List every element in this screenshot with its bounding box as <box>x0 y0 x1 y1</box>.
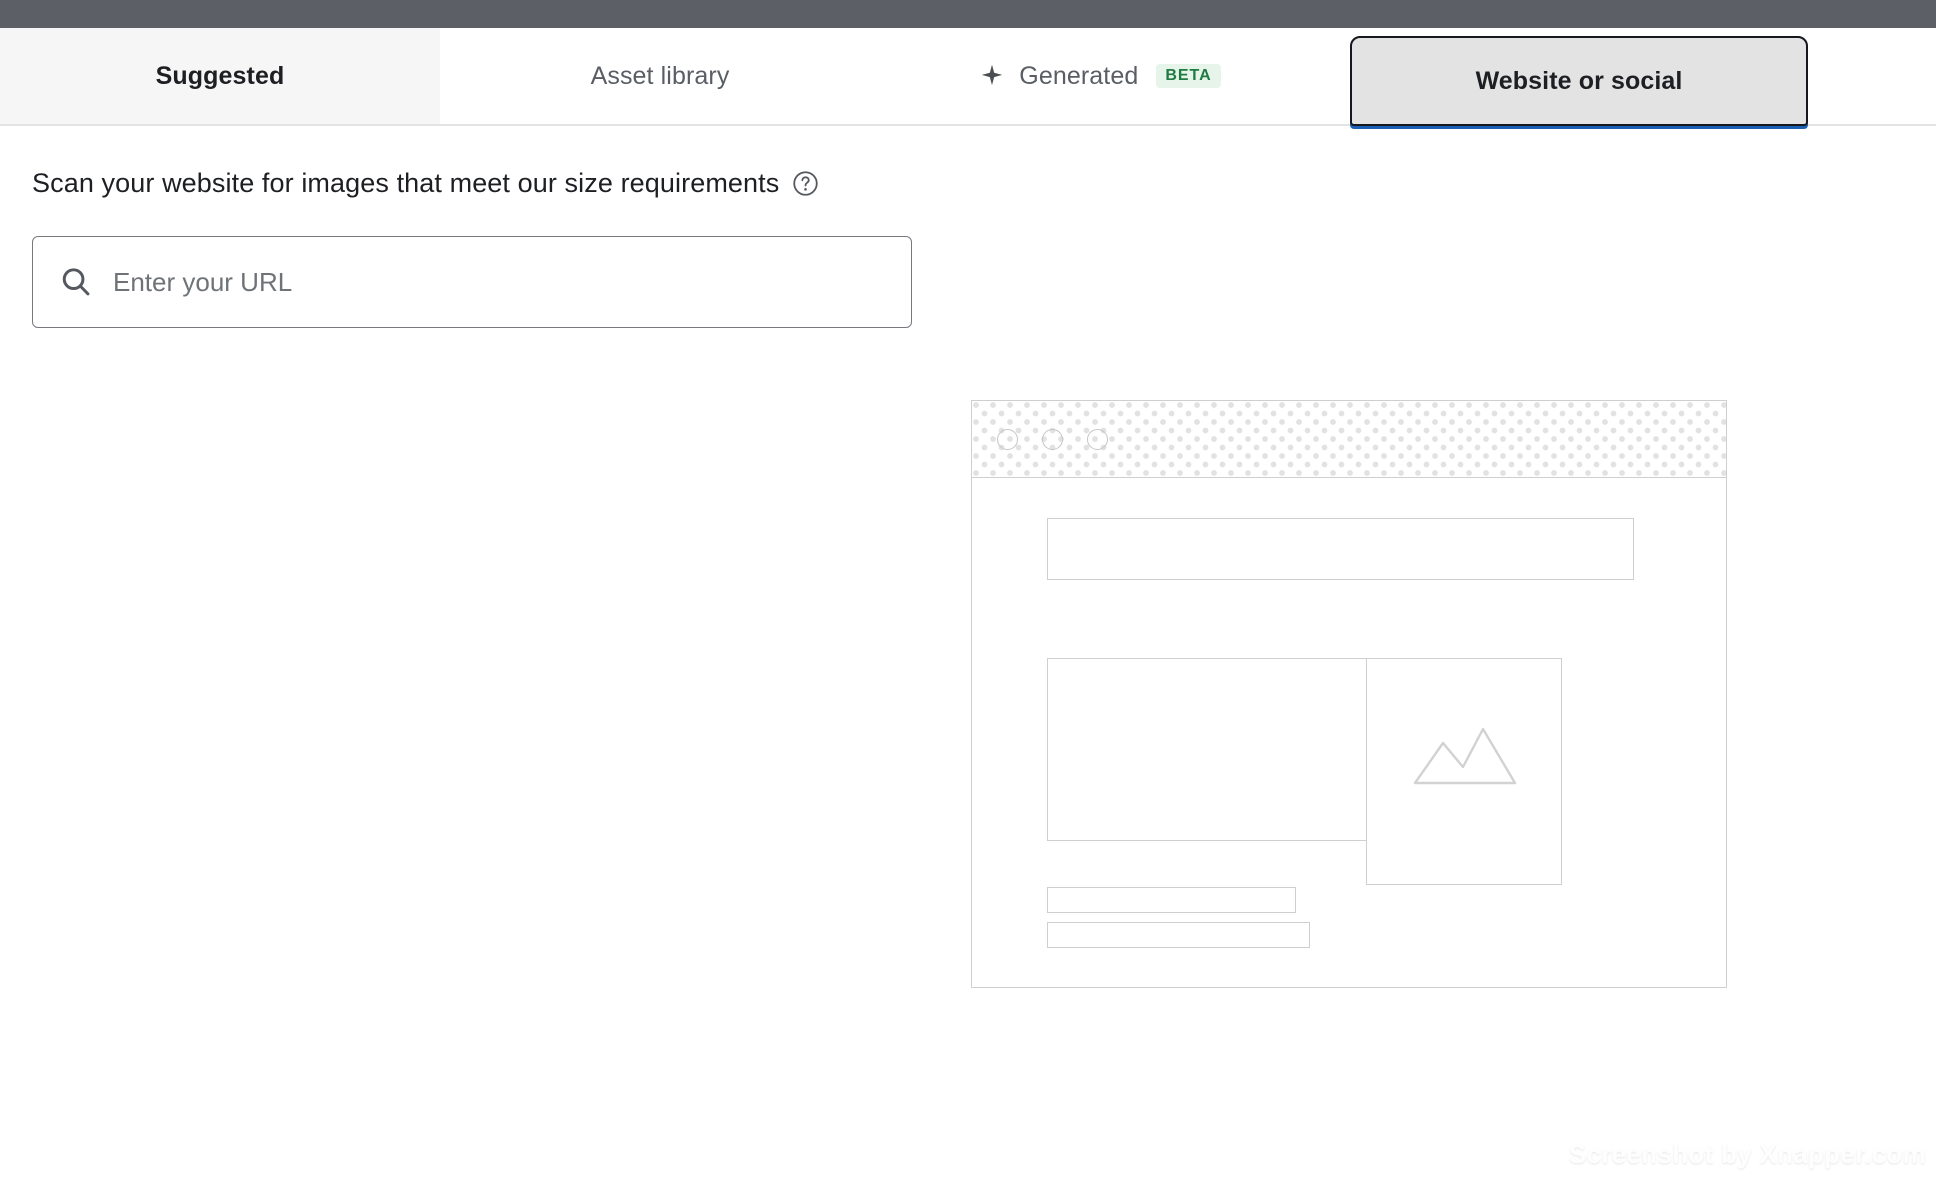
window-chrome-bar <box>0 0 1936 28</box>
wireframe-window-dot-icon <box>1087 429 1108 450</box>
wireframe-banner-box <box>1047 518 1634 580</box>
wireframe-text-line-2 <box>1047 922 1310 948</box>
sparkle-icon <box>979 63 1005 89</box>
tab-suggested-label: Suggested <box>155 61 285 90</box>
wireframe-titlebar <box>972 401 1726 478</box>
search-icon <box>59 265 93 299</box>
tab-suggested[interactable]: Suggested <box>0 28 440 124</box>
wireframe-content-box <box>1047 658 1385 841</box>
watermark: Screenshot by Xnapper.com <box>1568 1139 1926 1169</box>
wireframe-window-dot-icon <box>1042 429 1063 450</box>
tab-asset-library-label: Asset library <box>590 61 730 90</box>
search-input[interactable] <box>113 237 911 327</box>
panel-heading-row: Scan your website for images that meet o… <box>32 168 819 199</box>
mountain-image-icon <box>1413 727 1517 785</box>
wireframe-page-body <box>972 478 1726 987</box>
tab-generated[interactable]: Generated BETA <box>880 28 1320 124</box>
website-wireframe-illustration <box>971 400 1727 988</box>
wireframe-window-dot-icon <box>997 429 1018 450</box>
beta-badge: BETA <box>1156 63 1221 89</box>
page-title: Scan your website for images that meet o… <box>32 168 780 198</box>
tab-website-or-social-label: Website or social <box>1475 66 1683 95</box>
tab-website-or-social[interactable]: Website or social <box>1350 36 1808 126</box>
app-root: Suggested Asset library Generated BETA W… <box>0 0 1936 1188</box>
wireframe-text-line-1 <box>1047 887 1296 913</box>
url-search-field[interactable] <box>32 236 912 328</box>
wireframe-media-box <box>1366 658 1562 885</box>
tab-asset-library[interactable]: Asset library <box>440 28 880 124</box>
help-circle-icon[interactable] <box>792 170 819 197</box>
tab-generated-label: Generated <box>1019 61 1139 90</box>
tab-bar: Suggested Asset library Generated BETA W… <box>0 28 1936 126</box>
